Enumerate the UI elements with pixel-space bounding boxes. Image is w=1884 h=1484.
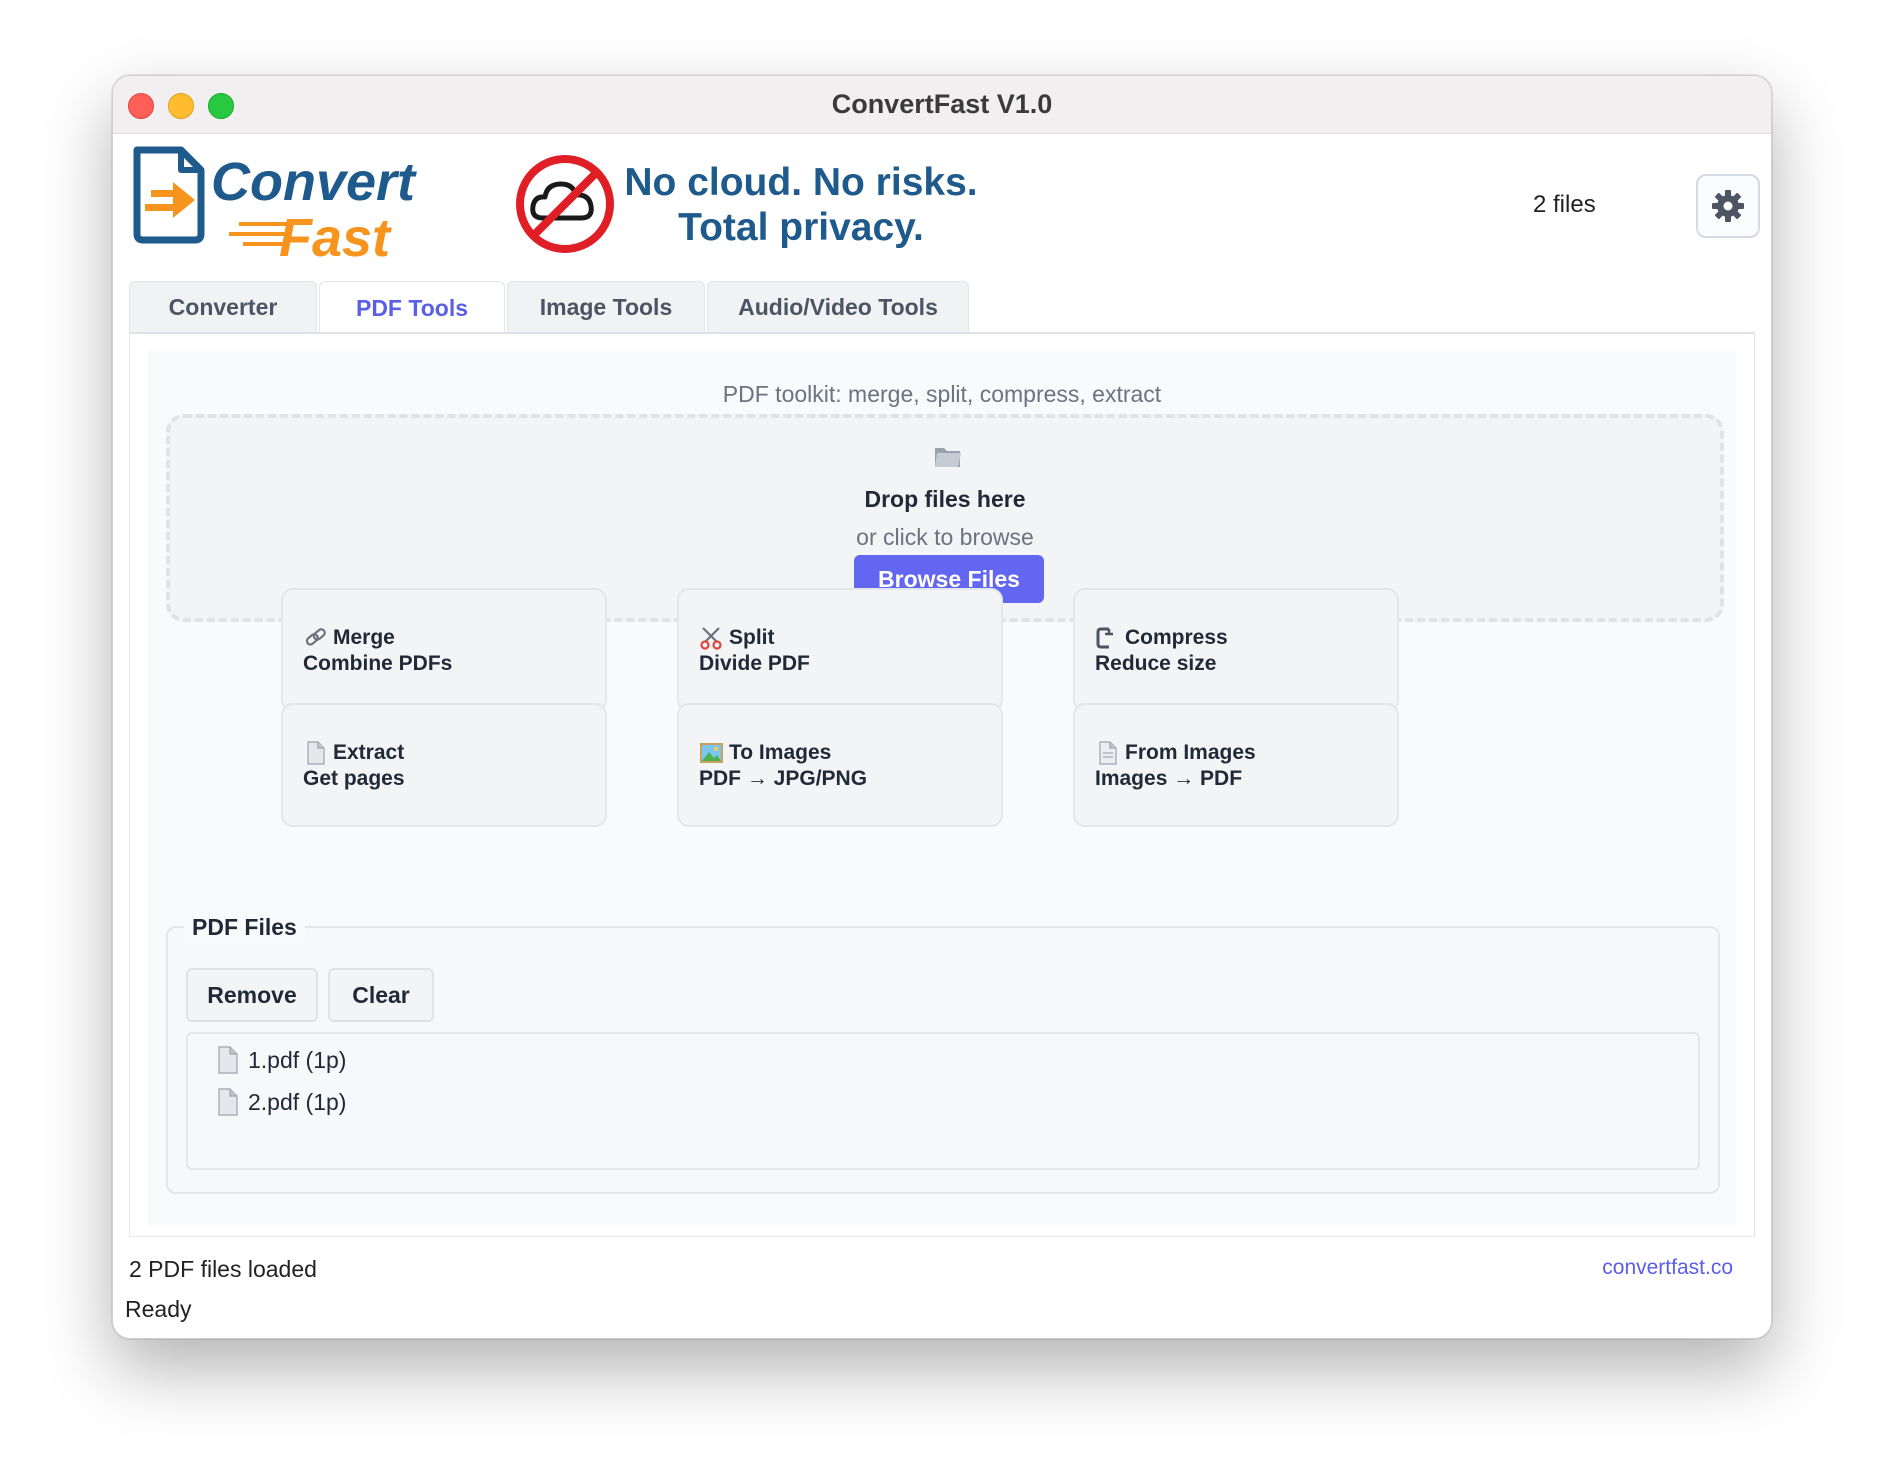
drop-title: Drop files here [864, 486, 1026, 512]
extract-tool-button[interactable]: Extract Get pages [281, 703, 607, 827]
privacy-tagline: No cloud. No risks. Total privacy. [621, 160, 981, 250]
file-name: 1.pdf (1p) [248, 1046, 347, 1073]
file-list[interactable]: 1.pdf (1p) 2.pdf (1p) [186, 1032, 1700, 1170]
tool-description: Images → PDF [1095, 767, 1243, 790]
tab-pdf-tools[interactable]: PDF Tools [319, 281, 505, 334]
document-icon [218, 1088, 238, 1116]
tool-name: From Images [1125, 741, 1256, 764]
tool-description: Reduce size [1095, 652, 1217, 675]
remove-button[interactable]: Remove [186, 968, 318, 1022]
file-count: 2 files [1533, 191, 1596, 218]
privacy-line-1: No cloud. No risks. [624, 161, 978, 204]
tool-description: PDF → JPG/PNG [699, 767, 868, 790]
settings-button[interactable] [1696, 174, 1760, 238]
scissors-icon [700, 627, 722, 650]
clamp-icon [1096, 627, 1113, 649]
privacy-line-2: Total privacy. [678, 206, 924, 249]
from-images-tool-button[interactable]: From Images Images → PDF [1073, 703, 1399, 827]
tool-description: Divide PDF [699, 652, 810, 675]
status-divider [129, 1236, 1755, 1237]
files-group-title: PDF Files [184, 914, 305, 941]
no-cloud-icon [516, 155, 614, 253]
app-window: ConvertFast V1.0 Convert Fast No cloud. … [112, 75, 1772, 1339]
status-state: Ready [125, 1296, 192, 1322]
list-item[interactable]: 1.pdf (1p) [216, 1046, 346, 1074]
logo-word-fast: Fast [279, 208, 392, 266]
list-item[interactable]: 2.pdf (1p) [216, 1088, 346, 1116]
status-message: 2 PDF files loaded [129, 1256, 317, 1282]
merge-tool-button[interactable]: Merge Combine PDFs [281, 588, 607, 712]
gear-icon [1712, 190, 1744, 222]
tool-description: Get pages [303, 767, 405, 790]
document-icon [218, 1046, 238, 1074]
drop-subtitle: or click to browse [856, 524, 1034, 550]
tool-name: Merge [333, 626, 395, 649]
tool-name: To Images [729, 741, 832, 764]
convertfast-logo: Convert Fast [133, 146, 417, 266]
pdf-files-group: PDF Files Remove Clear 1.pdf (1p) 2.pdf … [166, 914, 1720, 1194]
logo-word-convert: Convert [211, 152, 417, 212]
split-tool-button[interactable]: Split Divide PDF [677, 588, 1003, 712]
tab-image-tools[interactable]: Image Tools [507, 281, 705, 332]
tool-name: Extract [333, 741, 405, 764]
tab-audio-video-tools[interactable]: Audio/Video Tools [707, 281, 969, 332]
title-bar: ConvertFast V1.0 [113, 76, 1771, 134]
link-icon [305, 628, 326, 646]
folder-icon [935, 448, 961, 467]
clear-button[interactable]: Clear [328, 968, 434, 1022]
window-title: ConvertFast V1.0 [831, 89, 1053, 119]
file-name: 2.pdf (1p) [248, 1088, 347, 1115]
picture-icon [700, 743, 723, 763]
pdf-tools-panel: PDF toolkit: merge, split, compress, ext… [148, 351, 1736, 1225]
tool-name: Compress [1125, 626, 1228, 649]
tab-converter[interactable]: Converter [129, 281, 317, 332]
website-link[interactable]: convertfast.co [1602, 1256, 1733, 1280]
tool-description: Combine PDFs [303, 652, 453, 675]
compress-tool-button[interactable]: Compress Reduce size [1073, 588, 1399, 712]
tool-name: Split [729, 626, 775, 649]
page-curl-icon [1099, 741, 1117, 765]
page-icon [307, 741, 325, 765]
panel-subtitle: PDF toolkit: merge, split, compress, ext… [722, 381, 1162, 407]
to-images-tool-button[interactable]: To Images PDF → JPG/PNG [677, 703, 1003, 827]
